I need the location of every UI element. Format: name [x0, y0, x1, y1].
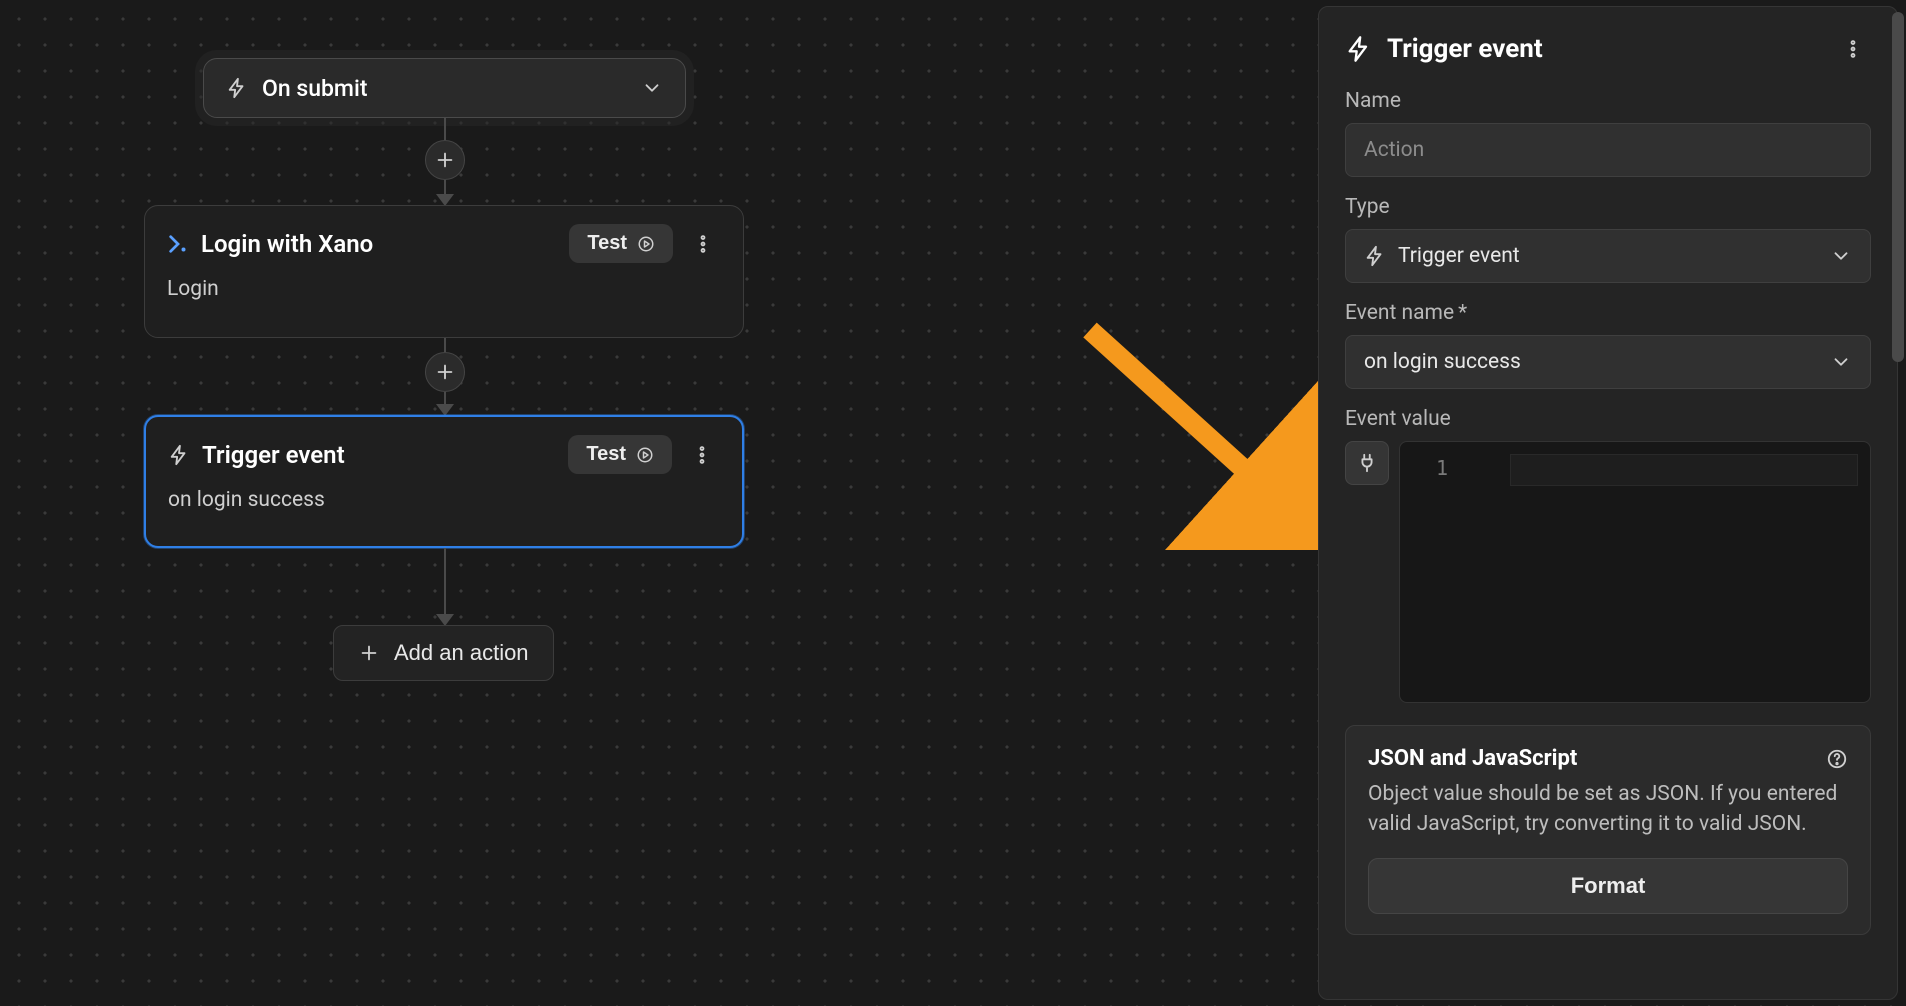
format-button[interactable]: Format: [1368, 858, 1848, 914]
required-indicator: *: [1458, 301, 1467, 325]
event-name-label-text: Event name: [1345, 301, 1454, 325]
add-action-label: Add an action: [394, 640, 529, 666]
panel-scrollbar[interactable]: [1892, 12, 1904, 362]
xano-icon: [167, 233, 189, 255]
chevron-down-icon: [641, 77, 663, 99]
more-vertical-icon: [1842, 38, 1864, 60]
add-step-button[interactable]: [425, 140, 465, 180]
name-label: Name: [1345, 89, 1871, 113]
bolt-icon: [226, 77, 248, 99]
node-title: Login with Xano: [201, 230, 373, 258]
add-action-button[interactable]: Add an action: [333, 625, 554, 681]
event-name-label: Event name*: [1345, 301, 1871, 325]
help-title: JSON and JavaScript: [1368, 746, 1577, 771]
help-icon[interactable]: [1826, 748, 1848, 770]
help-box: JSON and JavaScript Object value should …: [1345, 725, 1871, 935]
type-select[interactable]: Trigger event: [1345, 229, 1871, 283]
test-label: Test: [587, 232, 627, 255]
plus-icon: [434, 149, 456, 171]
connector-line: [444, 548, 446, 616]
action-node-login-xano[interactable]: Login with Xano Test Login: [144, 205, 744, 338]
chevron-down-icon: [1830, 351, 1852, 373]
action-node-trigger-event[interactable]: Trigger event Test on login success: [144, 415, 744, 548]
more-vertical-icon: [691, 444, 713, 466]
annotation-arrow: [1070, 320, 1330, 550]
panel-menu-button[interactable]: [1835, 31, 1871, 67]
plug-icon: [1356, 452, 1378, 474]
name-input[interactable]: Action: [1345, 123, 1871, 177]
help-body: Object value should be set as JSON. If y…: [1368, 779, 1848, 840]
name-placeholder: Action: [1364, 138, 1424, 162]
bolt-icon: [1364, 245, 1386, 267]
node-title: Trigger event: [202, 441, 345, 469]
add-step-button[interactable]: [425, 352, 465, 392]
test-button[interactable]: Test: [569, 224, 673, 263]
bind-data-button[interactable]: [1345, 441, 1389, 485]
event-value-label: Event value: [1345, 407, 1871, 431]
bolt-icon: [1345, 35, 1373, 63]
test-button[interactable]: Test: [568, 435, 672, 474]
connector-line: [444, 338, 446, 352]
line-number: 1: [1436, 456, 1448, 480]
play-icon: [636, 446, 654, 464]
event-value-editor[interactable]: 1: [1399, 441, 1871, 703]
trigger-label: On submit: [262, 75, 367, 102]
connector-line: [444, 118, 446, 140]
node-menu-button[interactable]: [685, 226, 721, 262]
plus-icon: [434, 361, 456, 383]
node-subtitle: on login success: [168, 488, 720, 512]
node-subtitle: Login: [167, 277, 721, 301]
panel-title: Trigger event: [1387, 34, 1543, 64]
plus-icon: [358, 642, 380, 664]
test-label: Test: [586, 443, 626, 466]
chevron-down-icon: [1830, 245, 1852, 267]
type-label: Type: [1345, 195, 1871, 219]
event-name-value: on login success: [1364, 350, 1521, 374]
editor-active-line: [1510, 454, 1858, 486]
node-menu-button[interactable]: [684, 437, 720, 473]
more-vertical-icon: [692, 233, 714, 255]
bolt-icon: [168, 444, 190, 466]
event-name-select[interactable]: on login success: [1345, 335, 1871, 389]
type-value: Trigger event: [1398, 244, 1520, 268]
trigger-node[interactable]: On submit: [203, 58, 686, 118]
play-icon: [637, 235, 655, 253]
inspector-panel: Trigger event Name Action Type Trigger e…: [1318, 6, 1898, 1000]
